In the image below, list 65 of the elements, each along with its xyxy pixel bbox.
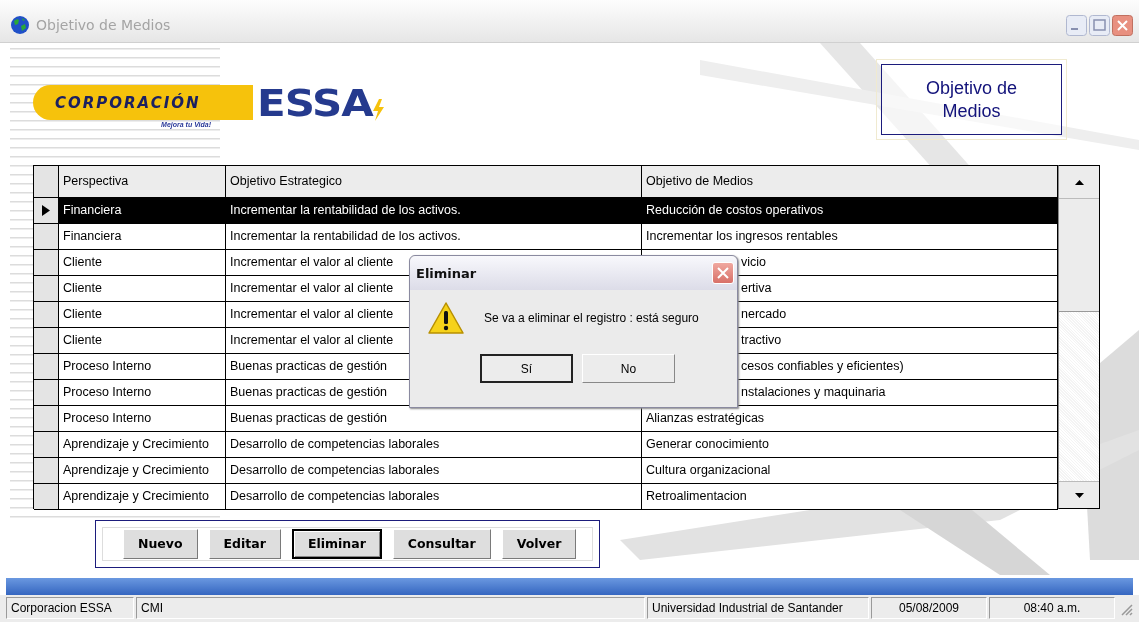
logo-brand: ESSA xyxy=(256,86,375,119)
table-cell: Financiera xyxy=(59,198,226,224)
table-cell: Incrementar la rentabilidad de los activos. xyxy=(226,224,642,250)
logo-name: CORPORACIÓN xyxy=(33,85,253,120)
action-button[interactable]: Consultar xyxy=(392,528,491,559)
close-icon xyxy=(717,267,729,279)
table-cell: Buenas practicas de gestión xyxy=(226,406,642,432)
table-cell: Cliente xyxy=(59,276,226,302)
column-header[interactable]: Objetivo Estrategico xyxy=(226,166,642,198)
status-panel: Universidad Industrial de Santander xyxy=(647,597,869,619)
dialog-button[interactable]: Sí xyxy=(480,354,573,383)
window-title: Objetivo de Medios xyxy=(36,17,172,33)
column-header[interactable]: Perspectiva xyxy=(59,166,226,198)
table-cell: Aprendizaje y Crecimiento xyxy=(59,432,226,458)
action-button[interactable]: Editar xyxy=(208,528,281,559)
row-selector[interactable] xyxy=(34,432,59,458)
status-panel: CMI xyxy=(136,597,645,619)
table-cell: Proceso Interno xyxy=(59,380,226,406)
table-cell: Desarrollo de competencias laborales xyxy=(226,432,642,458)
row-selector[interactable] xyxy=(34,276,59,302)
row-selector[interactable] xyxy=(34,406,59,432)
table-cell: Aprendizaje y Crecimiento xyxy=(59,458,226,484)
row-selector[interactable] xyxy=(34,250,59,276)
scrollbar[interactable] xyxy=(1058,165,1100,509)
table-cell: Cultura organizacional xyxy=(642,458,1058,484)
action-button[interactable]: Nuevo xyxy=(123,528,198,559)
row-selector[interactable] xyxy=(34,302,59,328)
row-selector[interactable] xyxy=(34,198,59,224)
action-button[interactable]: Volver xyxy=(501,528,577,559)
current-row-icon xyxy=(42,205,50,216)
table-cell: Desarrollo de competencias laborales xyxy=(226,458,642,484)
warning-icon xyxy=(428,302,464,334)
table-cell: Desarrollo de competencias laborales xyxy=(226,484,642,510)
minimize-button[interactable] xyxy=(1066,14,1087,36)
arrow-up-icon xyxy=(1074,179,1084,185)
table-cell: Retroalimentacion xyxy=(642,484,1058,510)
close-button[interactable] xyxy=(1112,14,1133,36)
globe-icon xyxy=(10,15,30,35)
row-selector[interactable] xyxy=(34,458,59,484)
row-selector[interactable] xyxy=(34,224,59,250)
table-cell: Cliente xyxy=(59,302,226,328)
table-cell: Financiera xyxy=(59,224,226,250)
table-cell: Cliente xyxy=(59,250,226,276)
table-cell: Reducción de costos operativos xyxy=(642,198,1058,224)
table-cell: Alianzas estratégicas xyxy=(642,406,1058,432)
row-selector[interactable] xyxy=(34,380,59,406)
scroll-thumb[interactable] xyxy=(1059,199,1099,312)
table-cell: Incrementar los ingresos rentables xyxy=(642,224,1058,250)
dialog-button[interactable]: No xyxy=(582,354,675,383)
status-panel: Corporacion ESSA xyxy=(6,597,134,619)
row-selector[interactable] xyxy=(34,484,59,510)
table-cell: Generar conocimiento xyxy=(642,432,1058,458)
table-cell: Cliente xyxy=(59,328,226,354)
arrow-down-icon xyxy=(1074,492,1084,498)
table-cell: Aprendizaje y Crecimiento xyxy=(59,484,226,510)
row-selector[interactable] xyxy=(34,354,59,380)
status-panel: 05/08/2009 xyxy=(871,597,987,619)
table-cell: Proceso Interno xyxy=(59,354,226,380)
row-selector[interactable] xyxy=(34,328,59,354)
table-cell: Incrementar la rentabilidad de los activos. xyxy=(226,198,642,224)
action-button[interactable]: Eliminar xyxy=(291,528,382,559)
status-panel: 08:40 a.m. xyxy=(989,597,1115,619)
scroll-down-button[interactable] xyxy=(1059,481,1099,508)
table-cell: Proceso Interno xyxy=(59,406,226,432)
column-header[interactable]: Objetivo de Medios xyxy=(642,166,1058,198)
